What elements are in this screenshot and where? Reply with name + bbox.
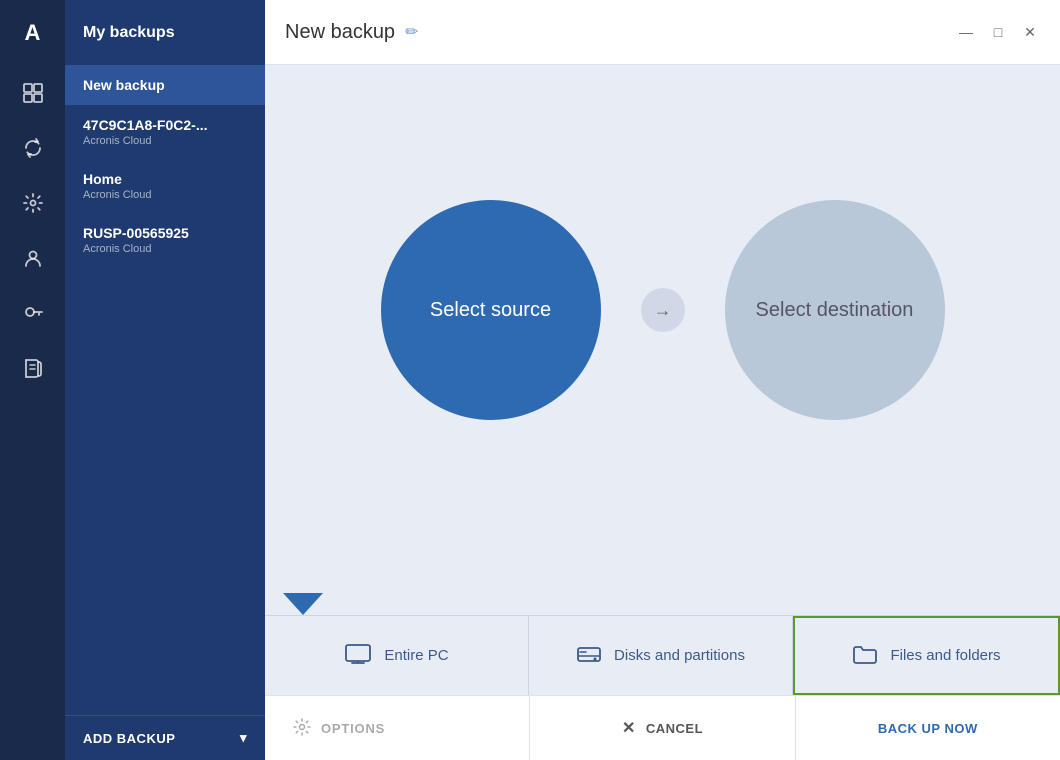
sidebar-item-sub: Acronis Cloud (83, 135, 247, 147)
sidebar-item-title: 47C9C1A8-F0C2-... (83, 117, 247, 133)
title-bar-left: New backup ✏ (285, 21, 418, 44)
sidebar-item-backup-3[interactable]: RUSP-00565925 Acronis Cloud (65, 213, 265, 267)
source-tabs: Entire PC Disks and partitions (265, 615, 1060, 695)
sidebar: My backups New backup 47C9C1A8-F0C2-... … (65, 0, 265, 760)
title-bar: New backup ✏ — □ ✕ (265, 0, 1060, 65)
nav-sync[interactable] (0, 120, 65, 175)
sidebar-item-sub: Acronis Cloud (83, 189, 247, 201)
icon-bar: A (0, 0, 65, 760)
down-arrow-indicator (283, 593, 323, 615)
nav-book[interactable] (0, 340, 65, 395)
minimize-button[interactable]: — (956, 22, 976, 42)
hdd-icon (576, 643, 602, 669)
select-source-button[interactable]: Select source (381, 200, 601, 420)
tab-files-folders[interactable]: Files and folders (793, 616, 1060, 695)
app-logo: A (0, 0, 65, 65)
monitor-icon (344, 643, 372, 669)
sidebar-item-backup-1[interactable]: 47C9C1A8-F0C2-... Acronis Cloud (65, 105, 265, 159)
cancel-button[interactable]: ✕ CANCEL (530, 696, 795, 760)
select-destination-button[interactable]: Select destination (725, 200, 945, 420)
sidebar-footer: ADD BACKUP ▾ (65, 715, 265, 760)
tab-disks-partitions[interactable]: Disks and partitions (529, 616, 793, 695)
nav-dashboard[interactable] (0, 65, 65, 120)
sidebar-item-backup-2[interactable]: Home Acronis Cloud (65, 159, 265, 213)
chevron-down-icon: ▾ (240, 730, 247, 746)
sidebar-item-new-backup[interactable]: New backup (65, 65, 265, 105)
sidebar-item-title: RUSP-00565925 (83, 225, 247, 241)
maximize-button[interactable]: □ (988, 22, 1008, 42)
cancel-label: CANCEL (646, 721, 703, 736)
backup-now-button[interactable]: BACK UP NOW (796, 696, 1060, 760)
options-button[interactable]: OPTIONS (265, 696, 530, 760)
tab-disks-label: Disks and partitions (614, 647, 745, 664)
center-area: Select source → Select destination (265, 65, 1060, 615)
app-container: A (0, 0, 1060, 760)
right-arrow-icon: → (654, 300, 672, 321)
main-content: New backup ✏ — □ ✕ Select source → Selec… (265, 0, 1060, 760)
gear-icon (293, 718, 311, 739)
backup-now-label: BACK UP NOW (878, 721, 978, 736)
circles-container: Select source → Select destination (381, 200, 945, 420)
tab-entire-pc-label: Entire PC (384, 647, 448, 664)
arrow-indicator: → (641, 288, 685, 332)
sidebar-item-title: Home (83, 171, 247, 187)
x-icon: ✕ (622, 718, 636, 738)
sidebar-item-title: New backup (83, 77, 247, 93)
close-button[interactable]: ✕ (1020, 22, 1040, 42)
tab-entire-pc[interactable]: Entire PC (265, 616, 529, 695)
source-label: Select source (430, 299, 551, 322)
folder-icon (852, 643, 878, 669)
sidebar-header: My backups (65, 0, 265, 65)
add-backup-button[interactable]: ADD BACKUP ▾ (83, 730, 247, 746)
add-backup-label: ADD BACKUP (83, 731, 175, 746)
edit-icon[interactable]: ✏ (405, 22, 418, 42)
action-bar: OPTIONS ✕ CANCEL BACK UP NOW (265, 695, 1060, 760)
options-label: OPTIONS (321, 721, 385, 736)
tab-files-label: Files and folders (890, 647, 1000, 664)
nav-tools[interactable] (0, 175, 65, 230)
sidebar-item-sub: Acronis Cloud (83, 243, 247, 255)
nav-user[interactable] (0, 230, 65, 285)
dest-label: Select destination (756, 299, 914, 322)
nav-key[interactable] (0, 285, 65, 340)
page-title: New backup (285, 21, 395, 44)
window-controls: — □ ✕ (956, 22, 1040, 42)
sidebar-title: My backups (83, 24, 175, 42)
